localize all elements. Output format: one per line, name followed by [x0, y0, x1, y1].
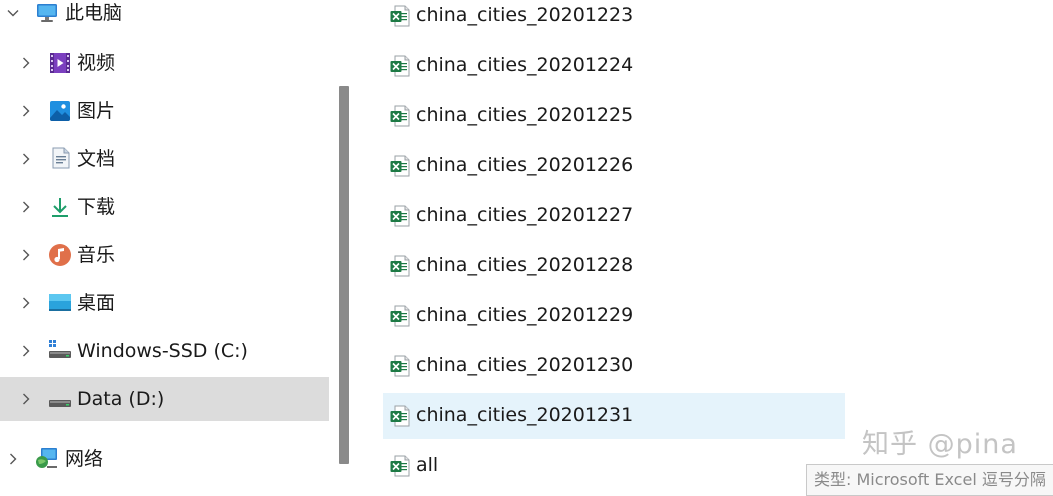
file-name: china_cities_20201223 — [416, 4, 634, 26]
file-row[interactable]: china_cities_20201228 — [383, 243, 845, 289]
nav-item-videos[interactable]: 视频 — [0, 41, 329, 85]
file-row[interactable]: china_cities_20201225 — [383, 93, 845, 139]
nav-item-pictures[interactable]: 图片 — [0, 89, 329, 133]
nav-item-network[interactable]: 网络 — [0, 437, 329, 481]
file-name: china_cities_20201228 — [416, 254, 634, 276]
excel-file-icon — [390, 205, 410, 227]
nav-item-drive-c[interactable]: Windows-SSD (C:) — [0, 329, 329, 373]
file-name: china_cities_20201230 — [416, 354, 634, 376]
nav-label: 视频 — [77, 52, 116, 74]
chevron-down-icon[interactable] — [6, 6, 20, 20]
file-type-tooltip: 类型: Microsoft Excel 逗号分隔 — [806, 464, 1053, 496]
nav-label: 音乐 — [77, 244, 116, 266]
nav-item-desktop[interactable]: 桌面 — [0, 281, 329, 325]
nav-item-drive-d[interactable]: Data (D:) — [0, 377, 329, 421]
tooltip-text: 类型: Microsoft Excel 逗号分隔 — [814, 470, 1046, 489]
chevron-right-icon[interactable] — [6, 452, 20, 466]
excel-file-icon — [390, 5, 410, 27]
nav-item-downloads[interactable]: 下载 — [0, 185, 329, 229]
excel-file-icon — [390, 305, 410, 327]
file-name: china_cities_20201226 — [416, 154, 634, 176]
file-name: china_cities_20201231 — [416, 404, 634, 426]
watermark: 知乎 @pina — [862, 429, 1018, 460]
navigation-pane: 此电脑 视频 图片 文档 下载 音乐 桌面 Windows-SSD (C:) D… — [0, 0, 331, 493]
nav-item-music[interactable]: 音乐 — [0, 233, 329, 277]
nav-item-documents[interactable]: 文档 — [0, 137, 329, 181]
file-row[interactable]: china_cities_20201230 — [383, 343, 845, 389]
file-row-selected[interactable]: china_cities_20201231 — [383, 393, 845, 439]
file-row[interactable]: china_cities_20201224 — [383, 43, 845, 89]
documents-icon — [50, 147, 72, 169]
file-name: china_cities_20201224 — [416, 54, 634, 76]
file-list: china_cities_20201223 china_cities_20201… — [356, 0, 1053, 493]
drive-c-icon — [48, 339, 71, 361]
desktop-icon — [48, 292, 71, 314]
downloads-icon — [49, 196, 71, 218]
excel-file-icon — [390, 405, 410, 427]
chevron-right-icon[interactable] — [19, 152, 33, 166]
nav-label: 此电脑 — [65, 2, 123, 24]
network-icon — [35, 447, 57, 469]
chevron-right-icon[interactable] — [19, 104, 33, 118]
chevron-right-icon[interactable] — [19, 248, 33, 262]
excel-file-icon — [390, 55, 410, 77]
excel-file-icon — [390, 355, 410, 377]
music-icon — [48, 243, 71, 266]
nav-label: 文档 — [77, 148, 116, 170]
excel-file-icon — [390, 155, 410, 177]
file-name: china_cities_20201229 — [416, 304, 634, 326]
file-row[interactable]: all — [383, 443, 845, 489]
file-row[interactable]: china_cities_20201227 — [383, 193, 845, 239]
this-pc-icon — [36, 2, 58, 24]
nav-label: 下载 — [77, 196, 116, 218]
pictures-icon — [49, 100, 71, 122]
drive-d-icon — [48, 388, 71, 410]
chevron-right-icon[interactable] — [19, 392, 33, 406]
file-row[interactable]: china_cities_20201229 — [383, 293, 845, 339]
nav-label: 桌面 — [77, 292, 116, 314]
scrollbar-thumb[interactable] — [339, 86, 349, 464]
chevron-right-icon[interactable] — [19, 296, 33, 310]
excel-file-icon — [390, 455, 410, 477]
excel-file-icon — [390, 255, 410, 277]
videos-icon — [49, 52, 71, 74]
nav-label: Data (D:) — [77, 388, 165, 410]
file-name: china_cities_20201225 — [416, 104, 634, 126]
nav-label: Windows-SSD (C:) — [77, 340, 248, 362]
nav-label: 网络 — [65, 448, 104, 470]
nav-item-this-pc[interactable]: 此电脑 — [0, 0, 329, 36]
nav-label: 图片 — [77, 100, 116, 122]
file-row[interactable]: china_cities_20201223 — [383, 0, 845, 39]
file-row[interactable]: china_cities_20201226 — [383, 143, 845, 189]
chevron-right-icon[interactable] — [19, 200, 33, 214]
chevron-right-icon[interactable] — [19, 56, 33, 70]
chevron-right-icon[interactable] — [19, 344, 33, 358]
file-name: china_cities_20201227 — [416, 204, 634, 226]
file-name: all — [416, 454, 439, 476]
excel-file-icon — [390, 105, 410, 127]
